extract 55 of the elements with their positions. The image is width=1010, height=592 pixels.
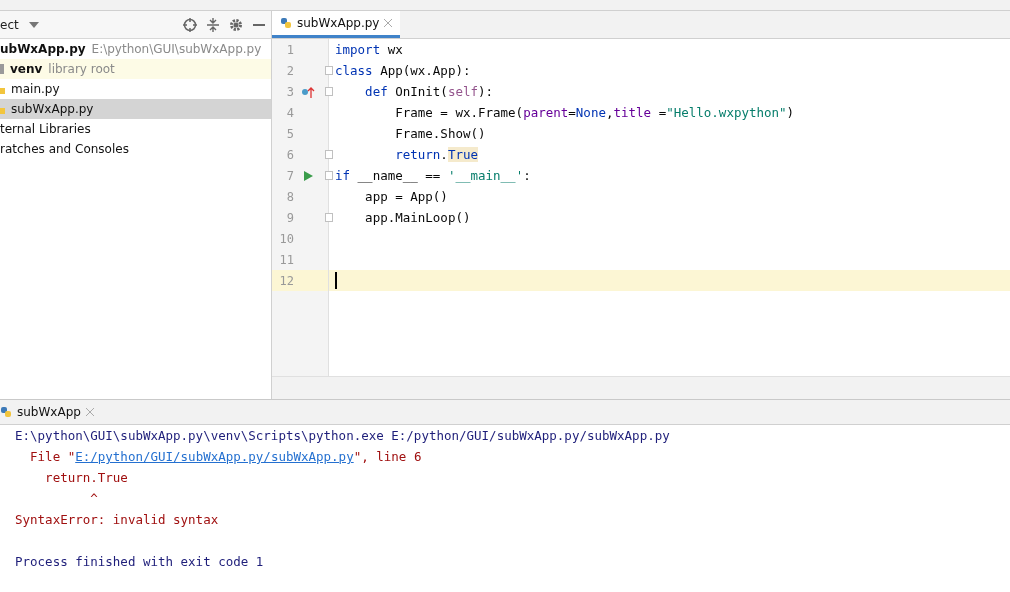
code-line: Frame = wx.Frame(parent=None,title ="Hello.wxpython") (394, 104, 795, 122)
folder-icon (0, 64, 4, 74)
override-icon[interactable] (301, 85, 315, 98)
tree-item[interactable]: subWxApp.py (0, 99, 271, 119)
line-number: 11 (278, 252, 294, 267)
tree-item[interactable]: main.py (0, 79, 271, 99)
settings-icon[interactable] (229, 17, 243, 32)
fold-marker[interactable] (325, 171, 333, 180)
minimize-icon[interactable] (253, 23, 265, 26)
line-number: 9 (285, 210, 294, 225)
console-line: SyntaxError: invalid syntax (15, 511, 220, 529)
console-line: return.True (44, 469, 129, 487)
close-icon[interactable] (384, 19, 393, 27)
file-link[interactable]: E:/python/GUI/subWxApp.py/subWxApp.py (75, 449, 354, 464)
line-number: 12 (278, 273, 294, 288)
python-file-icon (280, 17, 292, 29)
code-line: return.True (394, 146, 478, 164)
close-icon[interactable] (85, 408, 94, 416)
code-line: app = App() (364, 188, 448, 206)
line-number: 6 (285, 147, 294, 162)
code-line: app.MainLoop() (364, 209, 471, 227)
line-number: 1 (285, 42, 294, 57)
fold-marker[interactable] (325, 66, 333, 75)
text-cursor (335, 272, 337, 289)
line-number: 5 (285, 126, 294, 141)
line-number: 10 (278, 231, 294, 246)
code-line: class App(wx.App): (335, 62, 471, 80)
editor-tab[interactable]: subWxApp.py (272, 11, 401, 38)
collapse-icon[interactable] (207, 17, 219, 32)
dropdown-caret-icon[interactable] (28, 21, 39, 28)
console-line: Process finished with exit code 1 (15, 553, 265, 571)
tree-item[interactable]: ternal Libraries (0, 119, 271, 139)
line-number: 8 (285, 189, 294, 204)
target-icon[interactable] (183, 17, 197, 32)
tree-item[interactable]: ubWxApp.py E:\python\GUI\subWxApp.py (0, 39, 271, 59)
tree-item[interactable]: ratches and Consoles (0, 139, 271, 159)
fold-marker[interactable] (325, 150, 333, 159)
fold-marker[interactable] (325, 213, 333, 222)
python-file-icon (0, 406, 12, 418)
console-line: ^ (89, 490, 99, 508)
run-tab[interactable]: subWxApp (0, 400, 102, 424)
fold-marker[interactable] (325, 87, 333, 96)
code-line: def OnInit(self): (364, 83, 494, 101)
console-line: File "E:/python/GUI/subWxApp.py/subWxApp.py", line 6 (29, 448, 423, 466)
code-line: Frame.Show() (394, 125, 486, 143)
console-line: E:\python\GUI\subWxApp.py\venv\Scripts\python.exe E:/python/GUI/subWxApp.py/subWxApp.py (15, 427, 671, 445)
tree-item[interactable]: venv library root (0, 59, 271, 79)
run-icon[interactable] (303, 170, 313, 181)
line-number: 4 (285, 105, 294, 120)
code-line: import wx (335, 41, 403, 59)
line-number: 7 (285, 168, 294, 183)
panel-title[interactable]: ect (0, 17, 19, 32)
code-line: if __name__ == '__main__': (335, 167, 531, 185)
line-number: 3 (285, 84, 294, 99)
line-number: 2 (285, 63, 294, 78)
